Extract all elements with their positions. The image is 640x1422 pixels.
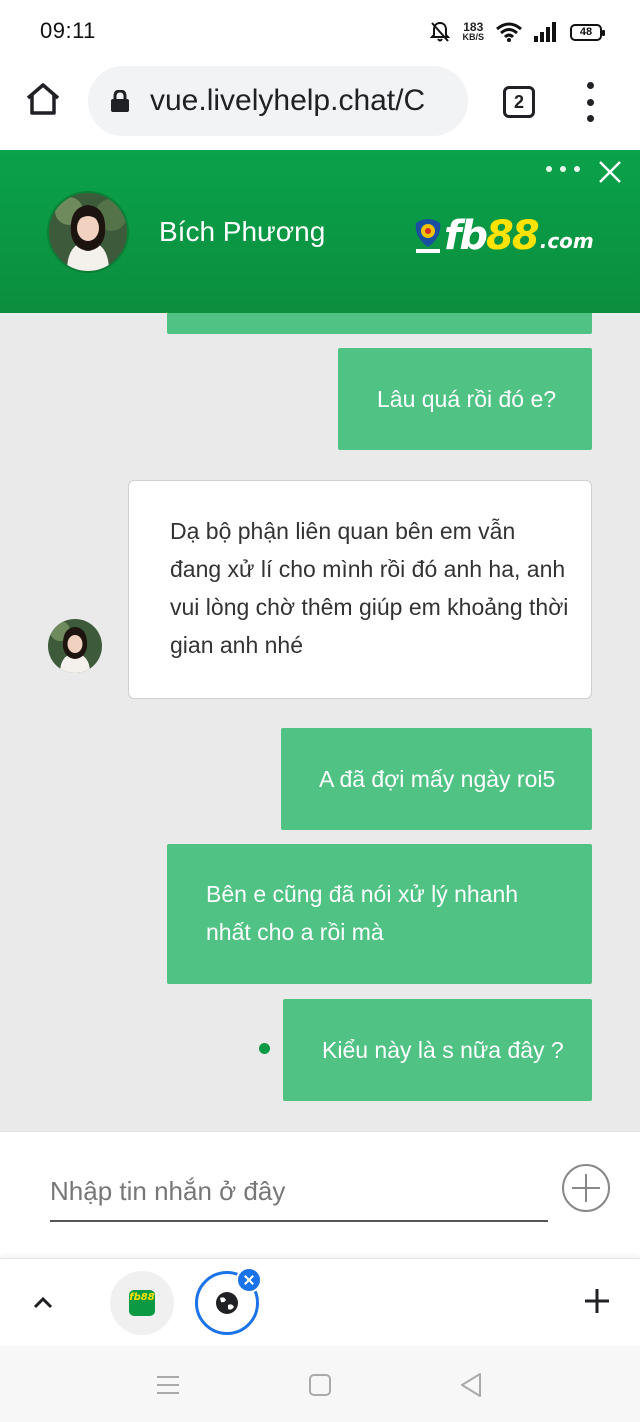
status-icons: 183 KB/S 48 <box>430 18 605 46</box>
home-icon[interactable] <box>24 80 62 118</box>
message-input[interactable] <box>50 1162 548 1222</box>
message-composer <box>0 1131 640 1258</box>
chevron-up-icon[interactable] <box>28 1287 58 1317</box>
mute-notifications-icon <box>430 21 451 42</box>
home-square-icon[interactable] <box>305 1370 335 1400</box>
more-options-icon[interactable] <box>546 166 580 176</box>
close-tab-icon[interactable] <box>236 1267 262 1293</box>
add-attachment-icon[interactable] <box>561 1163 611 1213</box>
agent-message: Dạ bộ phận liên quan bên em vẫn đang xử … <box>128 480 592 699</box>
tab-fb88[interactable]: fb88 <box>110 1271 174 1335</box>
lock-icon <box>111 90 129 112</box>
user-message: Lâu quá rồi đó e? <box>338 348 592 450</box>
agent-avatar <box>47 191 129 273</box>
menu-icon[interactable] <box>153 1370 183 1400</box>
address-bar[interactable]: vue.livelyhelp.chat/C <box>88 66 468 136</box>
user-message: Kiểu này là s nữa đây ? <box>283 999 592 1101</box>
tab-switcher-bar: fb88 <box>0 1258 640 1346</box>
fb88-favicon: fb88 <box>129 1290 155 1316</box>
battery-indicator: 48 <box>570 23 605 41</box>
signal-icon <box>534 22 556 42</box>
message-status-dot <box>259 1043 270 1054</box>
user-message: Bên e cũng đã nói xử lý nhanh nhất cho a… <box>167 844 592 984</box>
tab-count-button[interactable]: 2 <box>503 86 535 118</box>
status-time: 09:11 <box>40 18 96 43</box>
wifi-icon <box>496 22 522 42</box>
close-icon[interactable] <box>596 158 624 186</box>
chat-header: Bích Phương fb88 .com <box>0 150 640 313</box>
user-message: A đã đợi mấy ngày roi5 <box>281 728 592 830</box>
url-text: vue.livelyhelp.chat/C <box>150 84 426 117</box>
back-icon[interactable] <box>456 1370 486 1400</box>
system-nav-bar <box>0 1346 640 1422</box>
fb88-logo: fb88 .com <box>412 212 594 260</box>
network-speed: 183 KB/S <box>462 20 484 42</box>
chat-messages[interactable]: Lâu quá rồi đó e? Dạ bộ phận liên quan b… <box>0 313 640 1131</box>
euro2020-logo-icon <box>415 219 441 253</box>
browser-menu-icon[interactable] <box>580 82 600 122</box>
status-bar: 09:11 183 KB/S 48 <box>0 0 640 62</box>
message-bubble-partial <box>167 313 592 334</box>
agent-message-avatar <box>48 619 102 673</box>
browser-toolbar: vue.livelyhelp.chat/C 2 <box>0 62 640 150</box>
agent-name: Bích Phương <box>159 216 326 247</box>
globe-icon <box>216 1292 238 1314</box>
new-tab-icon[interactable] <box>581 1285 613 1317</box>
